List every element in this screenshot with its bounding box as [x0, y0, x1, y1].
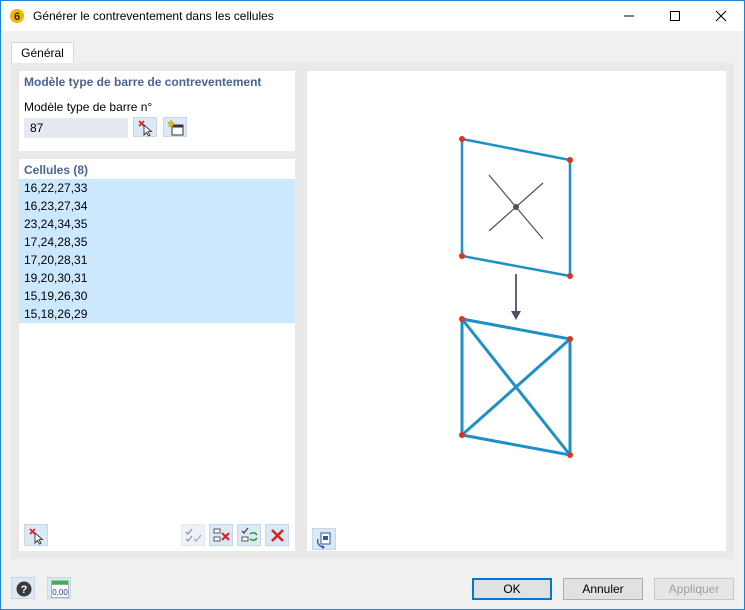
cell-list-item[interactable]: 16,22,27,33	[19, 179, 295, 197]
maximize-icon	[670, 11, 680, 21]
pick-cursor-icon	[138, 120, 153, 137]
invert-selection-button[interactable]	[237, 524, 261, 546]
cell-list-item[interactable]: 17,24,28,35	[19, 233, 295, 251]
invert-selection-icon	[241, 527, 258, 542]
bracing-member	[461, 337, 571, 437]
cell-list-item[interactable]: 17,20,28,31	[19, 251, 295, 269]
select-all-button[interactable]	[181, 524, 205, 546]
units-button[interactable]: 0,00	[47, 577, 71, 599]
delete-x-icon	[271, 529, 284, 542]
tab-general[interactable]: Général	[11, 42, 74, 64]
bracing-number-label: Modèle type de barre n°	[24, 100, 153, 114]
help-icon: ?	[16, 581, 32, 597]
cell-node	[567, 452, 573, 458]
title-bar[interactable]: 6 Générer le contreventement dans les ce…	[1, 1, 744, 31]
cell-node	[459, 316, 465, 322]
close-icon	[715, 10, 727, 22]
cell-list-item[interactable]: 23,24,34,35	[19, 215, 295, 233]
view-options-icon	[317, 532, 331, 549]
bracing-preview	[307, 71, 726, 551]
cancel-button[interactable]: Annuler	[563, 578, 643, 600]
cell-node	[459, 136, 465, 142]
preview-view-button[interactable]	[312, 528, 336, 550]
window-title: Générer le contreventement dans les cell…	[33, 9, 274, 23]
cell-node	[459, 432, 465, 438]
app-logo-icon: 6	[10, 9, 24, 23]
cell-list-item[interactable]: 19,20,30,31	[19, 269, 295, 287]
cell-list-item[interactable]: 15,18,26,29	[19, 305, 295, 323]
pick-cursor-icon	[29, 528, 44, 545]
arrow-head-icon	[511, 311, 521, 320]
cell-node	[567, 273, 573, 279]
bracing-type-panel: Modèle type de barre de contreventement …	[19, 71, 295, 151]
cell-list-item[interactable]: 15,19,26,30	[19, 287, 295, 305]
new-window-icon	[167, 119, 184, 136]
cells-list[interactable]: 16,22,27,33 16,23,27,34 23,24,34,35 17,2…	[19, 179, 295, 323]
ok-button[interactable]: OK	[472, 578, 552, 600]
cell-node	[567, 157, 573, 163]
bracing-number-input[interactable]: 87	[24, 118, 128, 138]
decimal-units-icon: 0,00	[51, 580, 69, 598]
svg-text:6: 6	[14, 11, 20, 23]
pick-cells-button[interactable]	[24, 524, 48, 546]
minimize-button[interactable]	[606, 1, 652, 31]
close-button[interactable]	[698, 1, 744, 31]
delete-all-button[interactable]	[265, 524, 289, 546]
bracing-diagram	[459, 136, 573, 458]
maximize-button[interactable]	[652, 1, 698, 31]
new-member-type-button[interactable]	[163, 117, 187, 137]
cells-panel: Cellules (8) 16,22,27,33 16,23,27,34 23,…	[19, 159, 295, 551]
tab-panel-general: Modèle type de barre de contreventement …	[11, 63, 734, 559]
cell-list-item[interactable]: 16,23,27,34	[19, 197, 295, 215]
delete-selected-button[interactable]	[209, 524, 233, 546]
apply-button[interactable]: Appliquer	[654, 578, 734, 600]
dialog-window: 6 Générer le contreventement dans les ce…	[0, 0, 745, 610]
cells-section-title: Cellules (8)	[24, 163, 89, 177]
pick-member-button[interactable]	[133, 117, 157, 137]
check-list-icon	[185, 528, 202, 542]
cell-node	[459, 253, 465, 259]
list-delete-icon	[213, 528, 230, 542]
svg-text:?: ?	[21, 584, 28, 596]
svg-text:0,00: 0,00	[52, 588, 68, 597]
bracing-section-title: Modèle type de barre de contreventement	[24, 75, 262, 89]
cell-center-node	[513, 204, 519, 210]
cell-node	[567, 336, 573, 342]
help-button[interactable]: ?	[11, 577, 35, 599]
minimize-icon	[624, 15, 634, 17]
